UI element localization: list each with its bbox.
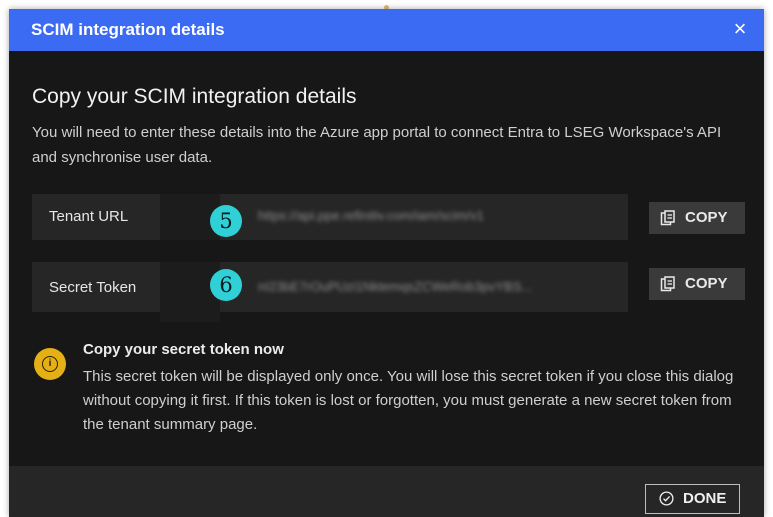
- secret-token-value: nI23bE7rOuPUzi1NktemqsZCWeRob3pvYBS...: [258, 279, 533, 294]
- tenant-url-value: https://api.ppe.refinitiv.com/iam/scim/v…: [258, 208, 484, 223]
- section-description: You will need to enter these details int…: [32, 124, 722, 166]
- info-icon: i: [34, 348, 66, 380]
- close-icon[interactable]: ×: [728, 17, 752, 41]
- dialog-titlebar: SCIM integration details ×: [9, 9, 764, 51]
- copy-tenant-url-button[interactable]: COPY: [649, 202, 745, 234]
- secret-token-label: Secret Token: [49, 279, 137, 296]
- copy-secret-token-button[interactable]: COPY: [649, 268, 745, 300]
- copy-button-label: COPY: [685, 209, 728, 226]
- tenant-url-label: Tenant URL: [49, 208, 129, 225]
- copy-button-label: COPY: [685, 275, 728, 292]
- tenant-url-row: Tenant URL https://api.ppe.refinitiv.com…: [32, 194, 628, 240]
- done-button[interactable]: DONE: [645, 484, 740, 514]
- warning-text: This secret token will be displayed only…: [83, 368, 734, 433]
- secret-token-row: Secret Token nI23bE7rOuPUzi1NktemqsZCWeR…: [32, 262, 628, 322]
- callout-badge-6: 6: [210, 269, 242, 301]
- dialog-footer: DONE: [9, 466, 764, 517]
- warning-title: Copy your secret token now: [83, 341, 284, 358]
- dialog-title: SCIM integration details: [31, 20, 225, 39]
- check-circle-icon: [659, 491, 674, 506]
- callout-badge-5: 5: [210, 205, 242, 237]
- done-button-label: DONE: [683, 490, 727, 507]
- clipboard-icon: [660, 276, 675, 292]
- clipboard-icon: [660, 210, 675, 226]
- scim-details-dialog: SCIM integration details × Copy your SCI…: [9, 9, 764, 517]
- info-glyph: i: [42, 356, 58, 372]
- section-heading: Copy your SCIM integration details: [32, 85, 357, 108]
